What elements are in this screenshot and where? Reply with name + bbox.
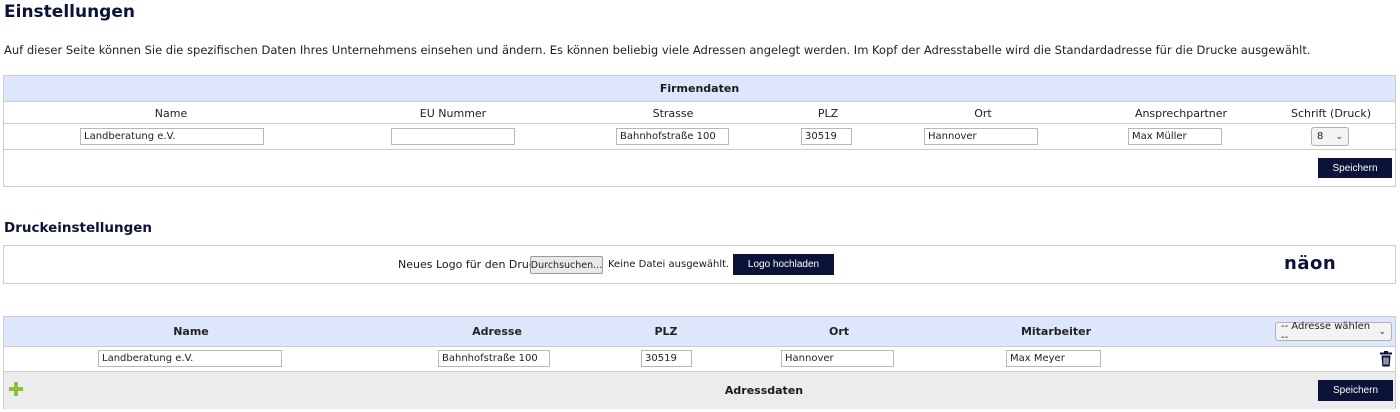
logo-upload-label: Neues Logo für den Druck: bbox=[398, 258, 546, 271]
no-file-label: Keine Datei ausgewählt. bbox=[608, 259, 730, 270]
company-panel-heading: Firmendaten bbox=[4, 76, 1395, 102]
address-employee-input[interactable] bbox=[1006, 350, 1101, 367]
company-save-button[interactable]: Speichern bbox=[1318, 158, 1392, 178]
default-address-select[interactable]: -- Adresse wählen -- ⌄ bbox=[1275, 320, 1392, 343]
company-zip-input[interactable] bbox=[801, 128, 852, 145]
print-section-title: Druckeinstellungen bbox=[4, 220, 153, 236]
company-city-input[interactable] bbox=[924, 128, 1038, 145]
company-panel: Firmendaten Name EU Nummer Strasse PLZ O… bbox=[3, 75, 1396, 187]
addr-col-employee: Mitarbeiter bbox=[1020, 325, 1092, 338]
address-name-input[interactable] bbox=[98, 350, 282, 367]
address-save-button[interactable]: Speichern bbox=[1318, 380, 1393, 401]
col-zip: PLZ bbox=[817, 107, 839, 120]
addr-col-city: Ort bbox=[828, 325, 850, 338]
address-footer-label: Adressdaten bbox=[724, 384, 804, 397]
address-zip-input[interactable] bbox=[641, 350, 692, 367]
addr-col-zip: PLZ bbox=[654, 325, 678, 338]
address-city-input[interactable] bbox=[781, 350, 894, 367]
addr-col-address: Adresse bbox=[472, 325, 522, 338]
company-name-input[interactable] bbox=[80, 128, 264, 145]
col-eu-number: EU Nummer bbox=[419, 107, 487, 120]
col-city: Ort bbox=[974, 107, 992, 120]
company-row-divider-top bbox=[4, 123, 1395, 124]
print-panel: Neues Logo für den Druck: Durchsuchen...… bbox=[3, 245, 1396, 284]
col-street: Strasse bbox=[652, 107, 694, 120]
company-logo: näon bbox=[1284, 253, 1337, 274]
col-font-size: Schrift (Druck) bbox=[1290, 107, 1372, 120]
page-title: Einstellungen bbox=[4, 2, 135, 22]
address-table-footer: Adressdaten Speichern bbox=[4, 371, 1395, 409]
address-street-input[interactable] bbox=[438, 350, 550, 367]
browse-file-button[interactable]: Durchsuchen... bbox=[530, 256, 603, 274]
trash-icon[interactable] bbox=[1379, 351, 1393, 367]
add-icon[interactable] bbox=[9, 381, 23, 396]
company-eu-number-input[interactable] bbox=[391, 128, 515, 145]
chevron-down-icon: ⌄ bbox=[1335, 131, 1343, 142]
font-size-select[interactable]: 8 ⌄ bbox=[1311, 127, 1349, 146]
col-name: Name bbox=[154, 107, 188, 120]
chevron-down-icon: ⌄ bbox=[1378, 326, 1386, 337]
col-contact: Ansprechpartner bbox=[1134, 107, 1228, 120]
font-size-value: 8 bbox=[1317, 131, 1324, 142]
page-intro: Auf dieser Seite können Sie die spezifis… bbox=[4, 43, 1311, 57]
company-street-input[interactable] bbox=[616, 128, 729, 145]
default-address-select-value: -- Adresse wählen -- bbox=[1281, 320, 1371, 343]
logo-upload-button[interactable]: Logo hochladen bbox=[733, 254, 834, 275]
company-contact-input[interactable] bbox=[1128, 128, 1222, 145]
addr-col-name: Name bbox=[173, 325, 209, 338]
company-row-divider-bottom bbox=[4, 149, 1395, 150]
address-panel: Name Adresse PLZ Ort Mitarbeiter -- Adre… bbox=[3, 316, 1396, 409]
